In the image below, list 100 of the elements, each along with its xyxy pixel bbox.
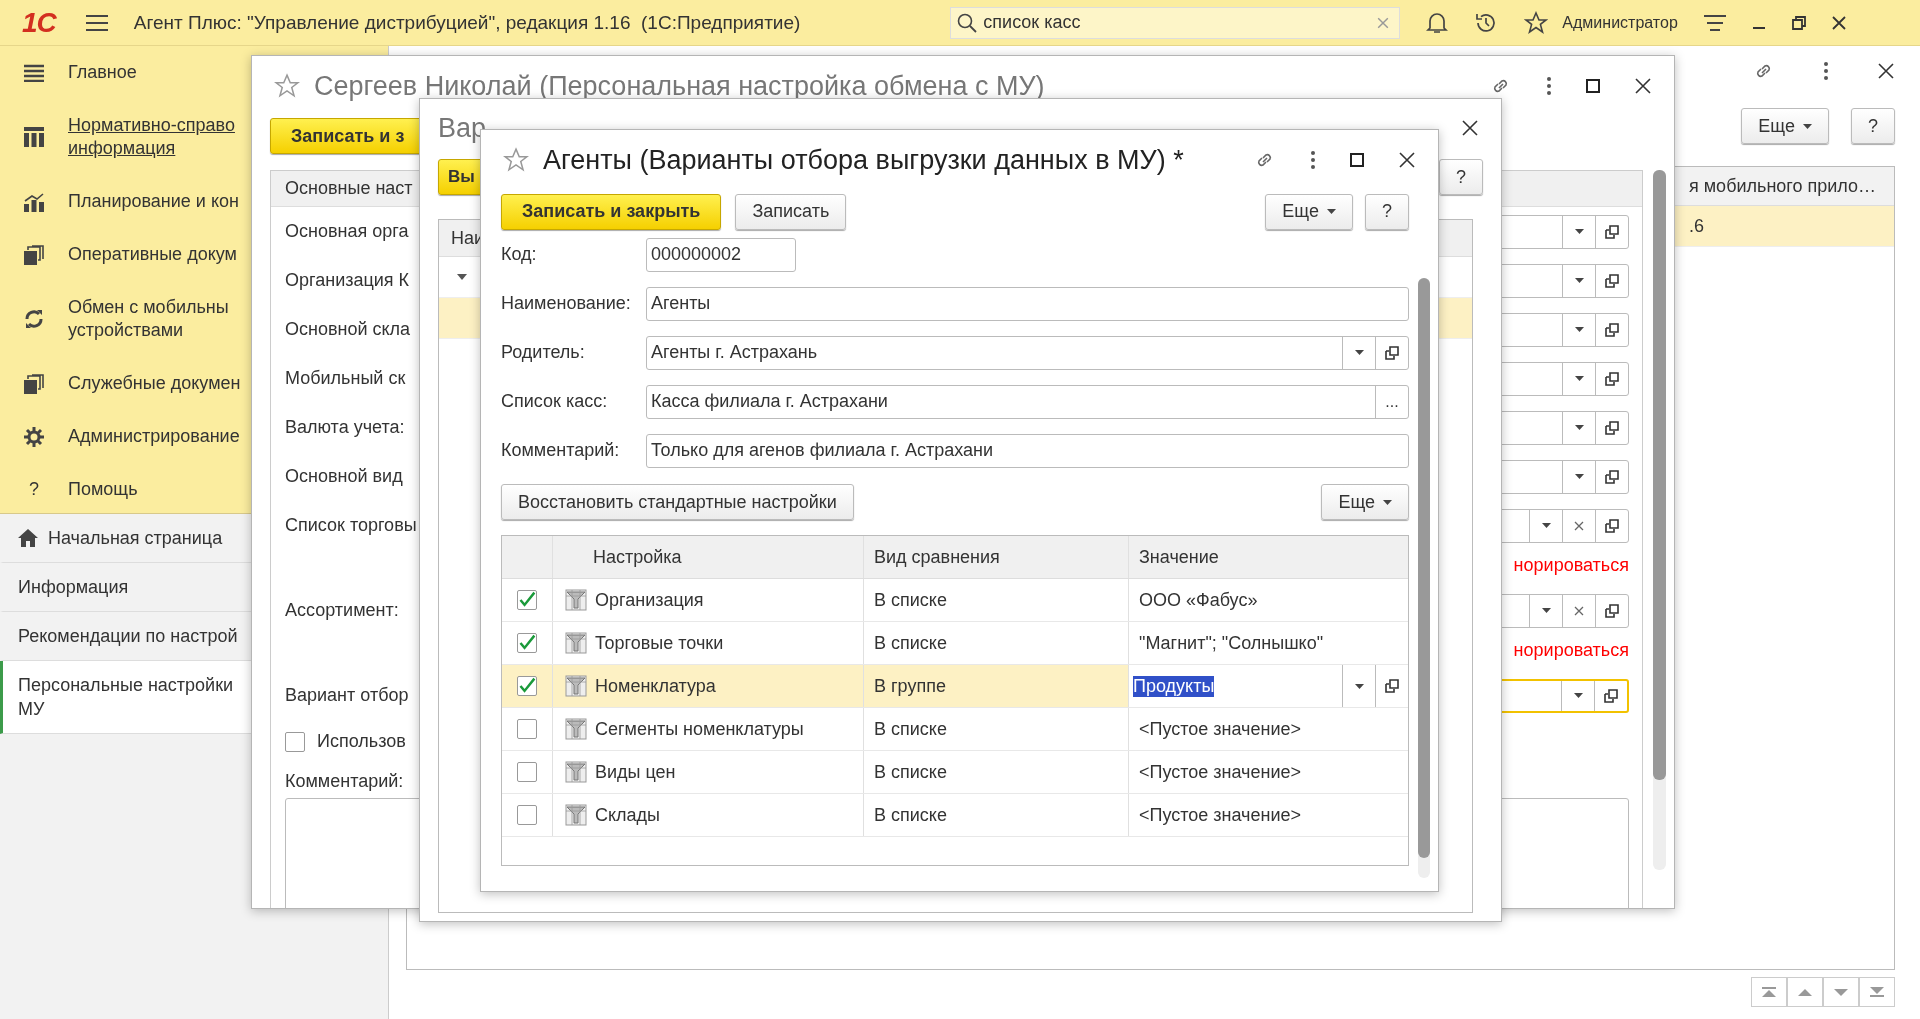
section-item[interactable]: Администрирование	[68, 425, 240, 448]
user-name[interactable]: Администратор	[1562, 13, 1678, 32]
filter-icon	[565, 761, 587, 783]
star-icon[interactable]	[503, 147, 529, 173]
caret-icon	[1573, 693, 1583, 698]
close-icon[interactable]	[1398, 151, 1416, 169]
window-title: Сергеев Николай (Персональная настройка обмена с МУ)	[314, 70, 1045, 102]
table-cell: <Пустое значение>	[1139, 718, 1302, 740]
down-button[interactable]	[1823, 977, 1859, 1007]
close-icon[interactable]	[1634, 77, 1652, 95]
close-icon[interactable]	[1877, 62, 1895, 80]
checkbox[interactable]	[517, 719, 537, 739]
help-button[interactable]: ?	[1439, 159, 1483, 195]
table-cell: "Магнит"; "Солнышко"	[1139, 632, 1324, 654]
checkbox[interactable]	[517, 633, 537, 653]
filter-icon	[565, 718, 587, 740]
filter-icon	[565, 632, 587, 654]
close-icon[interactable]	[1831, 15, 1846, 30]
field-label: Список касс:	[501, 391, 609, 412]
open-icon	[1605, 371, 1619, 386]
caret-icon	[1574, 425, 1584, 430]
more-button[interactable]: Еще	[1321, 484, 1409, 520]
search-text: список касс	[983, 12, 1082, 33]
caret-icon	[1383, 499, 1392, 505]
open-icon	[1605, 420, 1619, 435]
section-item[interactable]: Нормативно-справо информация	[68, 114, 235, 160]
column-header[interactable]: Значение	[1129, 536, 1408, 578]
checkbox[interactable]	[517, 590, 537, 610]
text-field[interactable]: Агенты	[646, 286, 1409, 321]
table-row[interactable]: Склады В списке <Пустое значение>	[502, 794, 1408, 837]
column-header[interactable]: я мобильного прило…	[1689, 175, 1894, 197]
more-icon[interactable]	[1823, 61, 1829, 81]
checkbox[interactable]	[517, 676, 537, 696]
filter-icon	[565, 675, 587, 697]
expand-icon[interactable]	[457, 274, 467, 280]
caret-icon	[1541, 608, 1551, 613]
caret-icon	[1574, 474, 1584, 479]
settings-icon	[24, 426, 44, 447]
table-cell: <Пустое значение>	[1139, 761, 1302, 783]
code-field[interactable]: 000000002	[646, 237, 796, 272]
table-row[interactable]: Организация В списке ООО «Фабус»	[502, 579, 1408, 622]
restore-button[interactable]: Восстановить стандартные настройки	[501, 484, 854, 520]
column-header[interactable]: Настройка	[553, 536, 864, 578]
group-tab[interactable]: Основные наст	[285, 178, 413, 199]
help-button[interactable]: ?	[1851, 108, 1895, 144]
star-icon[interactable]	[1524, 10, 1549, 35]
columns-icon	[24, 127, 44, 147]
app-title: Агент Плюс: "Управление дистрибуцией", редакция 1.16 (1С:Предприятие)	[133, 11, 801, 34]
menu-icon[interactable]	[85, 13, 108, 32]
documents-icon	[24, 373, 44, 394]
more-button[interactable]: Еще	[1741, 108, 1829, 144]
search-field[interactable]: список касс	[950, 6, 1401, 39]
maximize-icon[interactable]	[1586, 79, 1600, 93]
table-cell-text: .6	[1689, 215, 1705, 237]
table-row[interactable]: Номенклатура В группе Продукты	[502, 665, 1408, 708]
caret-icon	[1574, 229, 1584, 234]
help-button[interactable]: ?	[1365, 193, 1409, 230]
section-item[interactable]: Помощь	[68, 478, 138, 501]
table-row[interactable]: Сегменты номенклатуры В списке <Пустое значение>	[502, 708, 1408, 751]
field-label: Основной скла	[285, 319, 411, 340]
table-cell: Организация	[595, 589, 704, 611]
field-label: Комментарий:	[501, 440, 621, 461]
section-item[interactable]: Служебные докумен	[68, 372, 241, 395]
restore-icon[interactable]	[1791, 15, 1806, 30]
table-cell: Торговые точки	[595, 632, 724, 654]
checkbox[interactable]	[285, 731, 305, 752]
column-header[interactable]: Вид сравнения	[864, 536, 1129, 578]
checkbox[interactable]	[517, 805, 537, 825]
section-item[interactable]: Планирование и кон	[68, 190, 239, 213]
more-icon[interactable]	[1546, 76, 1552, 96]
caret-icon	[1574, 278, 1584, 283]
open-icon	[1385, 345, 1399, 360]
select-field[interactable]: Агенты г. Астрахань	[646, 335, 1409, 370]
field-label: Родитель:	[501, 342, 586, 363]
options-icon[interactable]	[1703, 13, 1726, 32]
save-button[interactable]: Записать	[735, 193, 847, 230]
first-button[interactable]	[1751, 977, 1787, 1007]
choice-field[interactable]: Касса филиала г. Астрахани ...	[646, 384, 1409, 419]
checkbox[interactable]	[517, 762, 537, 782]
more-icon[interactable]	[1310, 150, 1316, 170]
up-button[interactable]	[1787, 977, 1823, 1007]
text-field[interactable]: Только для агенов филиала г. Астрахани	[646, 433, 1409, 468]
last-button[interactable]	[1859, 977, 1895, 1007]
table-cell: Склады	[595, 804, 661, 826]
open-icon	[1385, 679, 1399, 693]
caret-icon	[1803, 123, 1812, 129]
more-button[interactable]: Еще	[1265, 193, 1353, 230]
section-item[interactable]: Оперативные докум	[68, 243, 237, 266]
window-title: Агенты (Варианты отбора выгрузки данных в МУ) *	[543, 144, 1184, 176]
save-close-button[interactable]: Записать и закрыть	[501, 193, 722, 230]
field-label: Основная орга	[285, 221, 409, 242]
choose-button[interactable]: ...	[1375, 385, 1408, 418]
table-row[interactable]: Виды цен В списке <Пустое значение>	[502, 751, 1408, 794]
section-item[interactable]: Главное	[68, 61, 137, 84]
clear-icon[interactable]	[1377, 16, 1390, 29]
maximize-icon[interactable]	[1350, 153, 1364, 167]
close-icon[interactable]	[1461, 119, 1479, 137]
star-icon[interactable]	[274, 73, 300, 99]
bell-icon[interactable]	[1426, 10, 1449, 35]
section-item[interactable]: Обмен с мобильны устройствами	[68, 296, 229, 342]
